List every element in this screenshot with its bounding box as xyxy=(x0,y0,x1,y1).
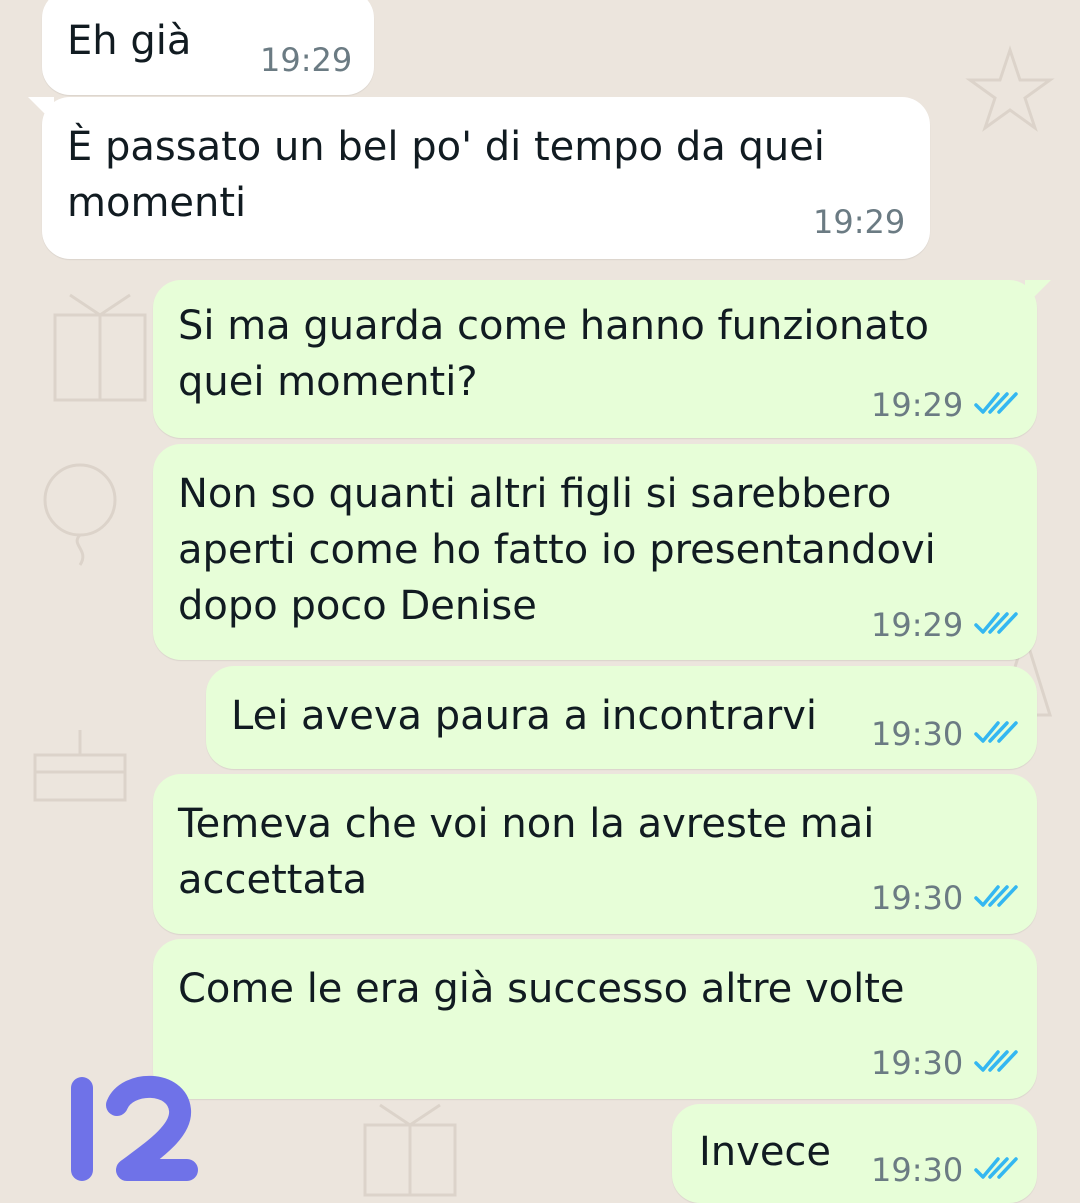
message-text: Si ma guarda come hanno funzionato quei … xyxy=(178,303,929,405)
read-receipt-ticks-icon xyxy=(974,1157,1018,1179)
star-doodle-icon xyxy=(965,45,1055,132)
bubble-tail-icon xyxy=(1025,280,1051,306)
number-overlay-label: 12 xyxy=(62,1070,64,1071)
message-bubble-outgoing[interactable]: Invece 19:30 xyxy=(672,1104,1037,1203)
read-receipt-ticks-icon xyxy=(974,612,1018,634)
message-time: 19:30 xyxy=(871,879,964,917)
read-receipt-ticks-icon xyxy=(974,392,1018,414)
message-time: 19:30 xyxy=(871,1151,964,1189)
message-bubble-incoming[interactable]: Eh già 19:29 xyxy=(42,0,374,95)
message-text: Lei aveva paura a incontrarvi xyxy=(231,693,818,739)
balloon-doodle-icon xyxy=(43,463,117,566)
cake-doodle-icon xyxy=(33,730,127,802)
gift-doodle-icon xyxy=(53,293,147,402)
message-bubble-outgoing[interactable]: Si ma guarda come hanno funzionato quei … xyxy=(153,280,1051,438)
message-text: Invece xyxy=(699,1129,832,1175)
message-bubble-outgoing[interactable]: Temeva che voi non la avreste mai accett… xyxy=(153,774,1037,934)
bubble-tail-icon xyxy=(28,97,54,123)
message-bubble-outgoing[interactable]: Non so quanti altri figli si sarebbero a… xyxy=(153,444,1037,660)
message-time: 19:29 xyxy=(813,203,906,241)
message-text: Eh già xyxy=(67,18,192,64)
message-bubble-incoming[interactable]: È passato un bel po' di tempo da quei mo… xyxy=(28,97,930,259)
message-bubble-outgoing[interactable]: Lei aveva paura a incontrarvi 19:30 xyxy=(206,666,1037,769)
read-receipt-ticks-icon xyxy=(974,721,1018,743)
message-time: 19:30 xyxy=(871,715,964,753)
number-overlay-icon: 12 xyxy=(62,1070,198,1181)
gift-doodle-icon xyxy=(363,1103,457,1197)
message-text: Come le era già successo altre volte xyxy=(178,966,905,1012)
message-time: 19:29 xyxy=(871,606,964,644)
message-text: Non so quanti altri figli si sarebbero a… xyxy=(178,471,936,629)
message-bubble-outgoing[interactable]: Come le era già successo altre volte 19:… xyxy=(153,939,1037,1099)
message-time: 19:29 xyxy=(871,386,964,424)
message-time: 19:30 xyxy=(871,1044,964,1082)
message-text: È passato un bel po' di tempo da quei mo… xyxy=(67,124,825,226)
message-text: Temeva che voi non la avreste mai accett… xyxy=(178,801,875,903)
read-receipt-ticks-icon xyxy=(974,885,1018,907)
read-receipt-ticks-icon xyxy=(974,1050,1018,1072)
message-time: 19:29 xyxy=(260,41,353,79)
